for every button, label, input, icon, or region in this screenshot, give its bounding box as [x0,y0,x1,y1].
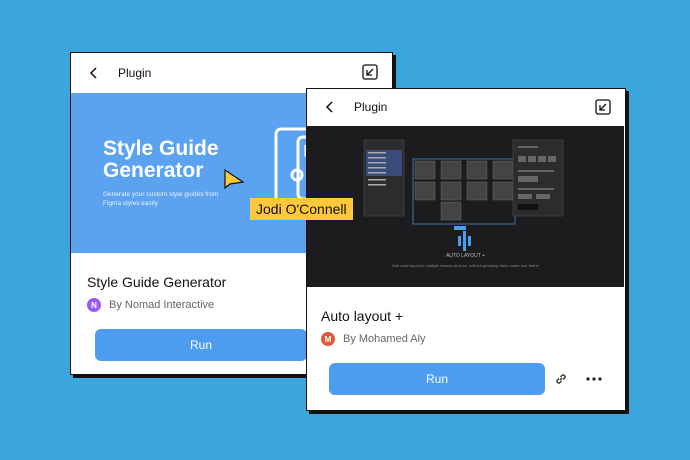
plugin-card-auto-layout: Plugin AUTO LAYOUT + Add auto layout to … [306,88,626,411]
avatar: N [87,298,101,312]
header-title: Plugin [118,66,152,80]
chevron-left-icon[interactable] [87,66,101,80]
card-header: Plugin [71,53,392,93]
canvas-background: { "card_left": { "header_title": "Plugin… [0,0,690,460]
banner-subtitle: Generate your custom style guides from F… [103,191,219,207]
link-icon[interactable] [554,372,568,386]
run-button[interactable]: Run [329,363,545,395]
banner-text: AUTO LAYOUT + [445,253,486,259]
card-header: Plugin [307,89,625,129]
more-icon[interactable] [586,377,602,381]
author-name: By Mohamed Aly [343,333,426,345]
header-title: Plugin [354,100,388,114]
plugin-name: Auto layout + [321,308,404,324]
expand-icon[interactable] [362,64,378,80]
cursor-icon [224,168,245,190]
plugin-name: Style Guide Generator [87,274,227,290]
cursor-name-tag: Jodi O'Connell [250,198,353,220]
author-row: M By Mohamed Aly [321,332,426,346]
plugin-banner: AUTO LAYOUT + Add auto layout to multipl… [307,126,624,287]
author-row: N By Nomad Interactive [87,298,214,312]
author-name: By Nomad Interactive [109,299,215,311]
run-button[interactable]: Run [95,329,307,361]
chevron-left-icon[interactable] [323,100,337,114]
expand-icon[interactable] [595,99,611,115]
banner-caption: Add auto layout to multiple frames at on… [392,263,539,268]
avatar: M [321,332,335,346]
